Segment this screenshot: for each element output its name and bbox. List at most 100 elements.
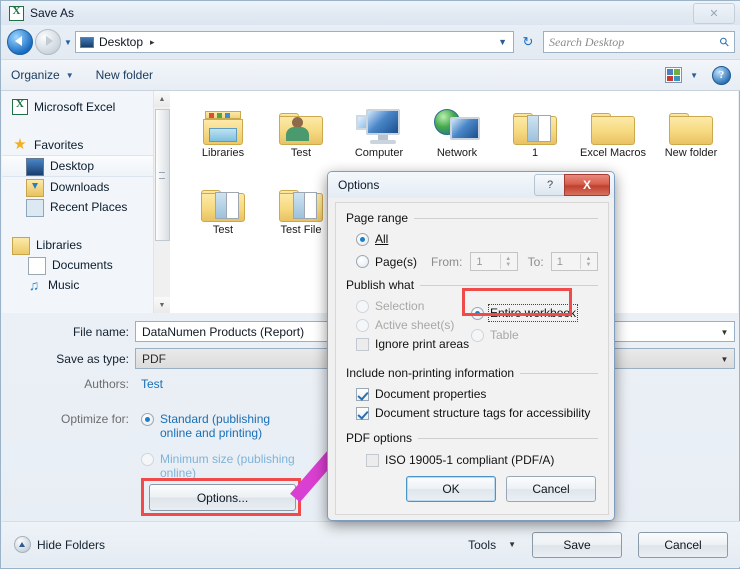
search-placeholder: Search Desktop [549, 34, 625, 49]
nav-item-libraries[interactable]: Libraries [2, 235, 170, 255]
breadcrumb-separator-icon[interactable]: ▸ [150, 37, 155, 48]
navigation-scrollbar[interactable]: ▲ ▼ [153, 91, 170, 313]
view-layout-icon[interactable] [665, 67, 683, 83]
nav-item-label: Libraries [36, 238, 83, 252]
optimize-for-label: Optimize for: [60, 412, 129, 426]
back-arrow-icon[interactable] [7, 29, 33, 55]
iso-compliant-checkbox[interactable]: ISO 19005-1 compliant (PDF/A) [366, 453, 598, 467]
page-range-all-radio[interactable]: All [356, 232, 598, 246]
file-item-label: Network [436, 147, 478, 159]
options-cancel-button[interactable]: Cancel [506, 476, 596, 502]
chevron-down-icon[interactable]: ▼ [716, 350, 733, 369]
scroll-up-icon[interactable]: ▲ [154, 91, 170, 107]
nav-item-label: Downloads [50, 180, 110, 194]
file-item[interactable]: Network [418, 99, 496, 160]
checkbox-icon [356, 387, 369, 401]
file-item[interactable]: Computer [340, 99, 418, 160]
page-range-all-label: All [375, 232, 389, 246]
spinner-icon[interactable]: ▲ ▼ [499, 254, 516, 269]
options-dialog: Options ? X Page range All Page(s) From: [327, 171, 615, 521]
breadcrumb[interactable]: Desktop ▸ ▼ [75, 31, 514, 53]
page-range-pages-radio[interactable] [356, 255, 369, 268]
window-close-button[interactable]: ✕ [693, 3, 735, 24]
tools-menu[interactable]: Tools ▼ [468, 538, 516, 552]
nav-item-desktop[interactable]: Desktop [2, 155, 170, 177]
optimize-minimum-radio[interactable]: Minimum size (publishing online) [141, 452, 296, 480]
libraries-icon [12, 237, 30, 255]
options-dialog-title: Options [338, 178, 380, 192]
file-item[interactable]: Test [184, 176, 262, 237]
navigation-pane: Microsoft Excel ★ Favorites Desktop Down… [2, 91, 171, 313]
collapse-icon [14, 536, 31, 553]
structure-tags-checkbox[interactable]: Document structure tags for accessibilit… [356, 406, 598, 420]
file-item-label: Computer [354, 147, 404, 159]
chevron-down-icon: ▼ [65, 70, 74, 80]
non-printing-group-title: Include non-printing information [346, 366, 598, 380]
page-range-pages-label: Page(s) [375, 254, 418, 269]
organize-menu[interactable]: Organize ▼ [11, 68, 74, 82]
save-button[interactable]: Save [532, 531, 622, 558]
page-range-to-input[interactable]: 1 ▲ ▼ [550, 252, 598, 271]
file-item[interactable]: New folder [652, 99, 730, 160]
breadcrumb-location[interactable]: Desktop [99, 35, 143, 49]
chevron-down-icon[interactable]: ▼ [716, 323, 733, 342]
window-title: Save As [30, 6, 75, 20]
chevron-down-icon[interactable]: ▼ [62, 38, 74, 47]
entire-workbook-highlight [462, 288, 572, 316]
close-icon[interactable]: X [564, 174, 610, 196]
checkbox-icon [356, 337, 369, 351]
radio-icon [471, 328, 484, 342]
options-ok-button[interactable]: OK [406, 476, 496, 502]
folder-with-files-icon [201, 188, 245, 222]
optimize-standard-radio[interactable]: Standard (publishing online and printing… [141, 412, 296, 440]
file-item[interactable]: Test [262, 99, 340, 160]
cancel-button[interactable]: Cancel [638, 531, 728, 558]
hide-folders-button[interactable]: Hide Folders [14, 536, 105, 553]
tools-label: Tools [468, 537, 497, 552]
help-icon[interactable]: ? [712, 65, 731, 85]
scroll-down-icon[interactable]: ▼ [154, 297, 170, 313]
nav-item-documents[interactable]: Documents [2, 255, 170, 275]
publish-table-radio[interactable]: Table [471, 328, 519, 342]
file-item[interactable]: 1 [496, 99, 574, 160]
question-mark-icon[interactable]: ? [534, 174, 566, 196]
libraries-icon [201, 111, 245, 145]
nav-item-label: Recent Places [50, 200, 128, 214]
star-icon: ★ [13, 136, 27, 153]
file-item-label: Test [290, 147, 312, 159]
checkbox-icon [356, 406, 369, 420]
help-label: ? [718, 69, 725, 81]
nav-item-favorites[interactable]: ★ Favorites [2, 135, 170, 155]
downloads-folder-icon [26, 179, 44, 197]
file-item-label: Excel Macros [579, 147, 647, 159]
view-dropdown-icon[interactable]: ▼ [690, 71, 698, 80]
new-folder-button[interactable]: New folder [96, 68, 153, 82]
page-range-from-input[interactable]: 1 ▲ ▼ [470, 252, 518, 271]
excel-icon [12, 98, 28, 115]
document-properties-checkbox[interactable]: Document properties [356, 387, 598, 401]
scrollbar-thumb[interactable] [155, 109, 170, 241]
refresh-icon[interactable]: ↻ [517, 31, 539, 53]
hide-folders-label: Hide Folders [37, 537, 106, 552]
authors-value[interactable]: Test [141, 377, 163, 391]
forward-arrow-icon[interactable] [35, 29, 61, 55]
file-item[interactable]: Excel Macros [574, 99, 652, 160]
excel-icon [9, 5, 24, 21]
spinner-icon[interactable]: ▲ ▼ [579, 254, 596, 269]
optimize-minimum-label: Minimum size (publishing online) [160, 452, 295, 480]
save-button-label: Save [563, 537, 591, 552]
nav-item-downloads[interactable]: Downloads [2, 177, 170, 197]
chevron-down-icon[interactable]: ▼ [508, 540, 516, 549]
nav-item-microsoft-excel[interactable]: Microsoft Excel [2, 97, 170, 117]
publish-table-label: Table [490, 328, 519, 342]
computer-icon [356, 109, 402, 145]
radio-icon [356, 232, 369, 246]
breadcrumb-dropdown-icon[interactable]: ▼ [498, 37, 509, 47]
options-cancel-label: Cancel [532, 482, 570, 496]
search-input[interactable]: Search Desktop ⚲ [543, 31, 735, 53]
file-item-label: Libraries [201, 147, 245, 159]
nav-item-music[interactable]: ♫ Music [2, 275, 170, 295]
nav-item-recent-places[interactable]: Recent Places [2, 197, 170, 217]
file-item[interactable]: Libraries [184, 99, 262, 160]
page-range-to-label: To: [527, 254, 544, 269]
